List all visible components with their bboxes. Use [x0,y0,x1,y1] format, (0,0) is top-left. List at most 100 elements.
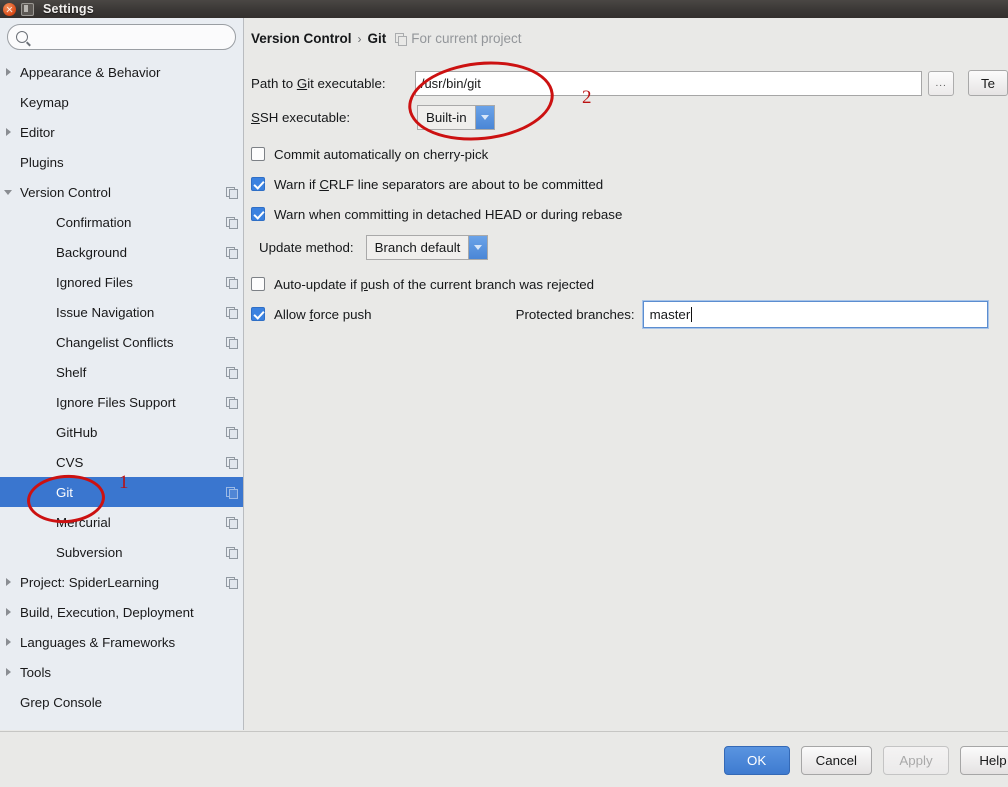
sidebar-item-shelf[interactable]: Shelf [0,357,243,387]
ok-button[interactable]: OK [723,746,790,775]
settings-content-panel: Version Control › Git For current projec… [245,18,1008,730]
ssh-executable-combo[interactable]: Built-in [417,105,495,130]
sidebar-item-project-spiderlearning[interactable]: Project: SpiderLearning [0,567,243,597]
update-method-row: Update method: Branch default [251,235,1008,260]
dialog-buttons: OK Cancel Apply Help [723,746,1008,775]
detached-head-checkbox[interactable] [251,207,265,221]
project-scope-icon [226,456,238,469]
auto-update-checkbox[interactable] [251,277,265,291]
force-push-row: Allow force push Protected branches: mas… [251,299,1008,329]
sidebar-item-confirmation[interactable]: Confirmation [0,207,243,237]
sidebar-item-label: Shelf [56,364,87,380]
sidebar-item-languages-frameworks[interactable]: Languages & Frameworks [0,627,243,657]
search-input[interactable] [28,25,235,49]
settings-sidebar: Appearance & Behavior Keymap Editor Plugins… [0,18,244,730]
project-scope-icon [226,186,238,199]
settings-dialog: Settings Appearance & Behavior Keymap Edit… [0,0,1008,787]
search-icon [16,31,28,43]
git-executable-label: Path to Git executable: [251,75,386,91]
sidebar-item-label: Project: SpiderLearning [20,574,159,590]
sidebar-item-label: Background [56,244,127,260]
sidebar-item-github[interactable]: GitHub [0,417,243,447]
sidebar-item-issue-navigation[interactable]: Issue Navigation [0,297,243,327]
chevron-down-icon[interactable] [474,106,494,129]
search-container [0,18,243,55]
sidebar-item-label: Build, Execution, Deployment [20,604,194,620]
project-scope-icon [226,486,238,499]
sidebar-item-label: Ignore Files Support [56,394,176,410]
window-menu-icon[interactable] [21,2,34,16]
sidebar-item-label: Mercurial [56,514,111,530]
chevron-down-icon[interactable] [468,236,488,259]
breadcrumb-root[interactable]: Version Control [251,31,352,46]
update-method-combo[interactable]: Branch default [365,235,489,260]
chevron-down-icon[interactable] [0,189,16,195]
git-settings-form: Path to Git executable: ... Te SSH execu… [251,70,1008,332]
force-push-label: Allow force push [274,306,372,322]
window-title: Settings [43,2,94,16]
dialog-footer: OK Cancel Apply Help [0,731,1008,787]
cherry-pick-checkbox[interactable] [251,147,265,161]
sidebar-item-plugins[interactable]: Plugins [0,147,243,177]
cherry-pick-checkbox-row[interactable]: Commit automatically on cherry-pick [251,142,1008,166]
chevron-right-icon[interactable] [0,608,16,616]
chevron-right-icon[interactable] [0,68,16,76]
sidebar-item-mercurial[interactable]: Mercurial [0,507,243,537]
sidebar-item-label: Keymap [20,94,69,110]
sidebar-item-changelist-conflicts[interactable]: Changelist Conflicts [0,327,243,357]
sidebar-item-label: Git [56,484,73,500]
sidebar-item-grep-console[interactable]: Grep Console [0,687,243,717]
crlf-checkbox-row[interactable]: Warn if CRLF line separators are about t… [251,172,1008,196]
sidebar-item-label: Appearance & Behavior [20,64,161,80]
sidebar-item-git[interactable]: Git [0,477,243,507]
sidebar-item-editor[interactable]: Editor [0,117,243,147]
ssh-executable-label: SSH executable: [251,110,351,125]
chevron-right-icon[interactable] [0,638,16,646]
auto-update-label: Auto-update if push of the current branc… [274,276,595,292]
help-button[interactable]: Help [960,746,1008,775]
project-scope-icon [226,216,238,229]
git-executable-row: Path to Git executable: ... Te [251,70,1008,96]
detached-head-checkbox-row[interactable]: Warn when committing in detached HEAD or… [251,202,1008,226]
chevron-right-icon[interactable] [0,578,16,586]
auto-update-checkbox-row[interactable]: Auto-update if push of the current branc… [251,272,1008,296]
sidebar-item-cvs[interactable]: CVS [0,447,243,477]
crlf-label: Warn if CRLF line separators are about t… [274,176,604,192]
sidebar-item-ignore-files-support[interactable]: Ignore Files Support [0,387,243,417]
sidebar-item-background[interactable]: Background [0,237,243,267]
ssh-executable-value: Built-in [426,110,467,125]
git-executable-input[interactable] [414,70,923,96]
browse-button[interactable]: ... [928,70,954,96]
protected-branches-input[interactable]: master [641,299,989,329]
chevron-right-icon[interactable] [0,128,16,136]
close-icon[interactable] [3,2,16,16]
sidebar-item-label: CVS [56,454,84,470]
sidebar-item-subversion[interactable]: Subversion [0,537,243,567]
settings-tree: Appearance & Behavior Keymap Editor Plugins… [0,55,243,717]
sidebar-item-build-execution-deployment[interactable]: Build, Execution, Deployment [0,597,243,627]
project-scope-icon [226,426,238,439]
sidebar-item-label: Plugins [20,154,64,170]
sidebar-item-label: Confirmation [56,214,132,230]
crlf-checkbox[interactable] [251,177,265,191]
search-field[interactable] [7,24,236,50]
cancel-button[interactable]: Cancel [800,746,872,775]
sidebar-item-appearance-behavior[interactable]: Appearance & Behavior [0,57,243,87]
project-scope-icon [226,366,238,379]
sidebar-item-ignored-files[interactable]: Ignored Files [0,267,243,297]
sidebar-item-label: Grep Console [20,694,103,710]
chevron-right-icon[interactable] [0,668,16,676]
sidebar-item-version-control[interactable]: Version Control [0,177,243,207]
project-scope-icon [395,33,408,46]
project-scope-icon [226,576,238,589]
project-scope-icon [226,546,238,559]
project-scope-icon [226,276,238,289]
sidebar-item-tools[interactable]: Tools [0,657,243,687]
cherry-pick-label: Commit automatically on cherry-pick [274,146,489,162]
force-push-checkbox[interactable] [251,307,265,321]
test-button[interactable]: Te [967,70,1008,96]
ssh-executable-row: SSH executable: Built-in [251,105,1008,130]
breadcrumb-separator: › [357,31,362,46]
sidebar-item-keymap[interactable]: Keymap [0,87,243,117]
protected-branches-value: master [649,306,691,322]
